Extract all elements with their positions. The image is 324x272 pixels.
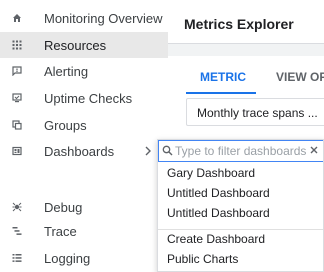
search-icon [162,145,173,156]
dashboard-item-untitled-dashboard[interactable]: Untitled Dashboard [158,183,323,203]
debug-icon [12,202,22,212]
metric-select-value: Monthly trace spans ... [197,106,318,120]
metric-tabs-panel: METRIC VIEW OP Monthly trace spans ... [168,56,324,142]
public-charts-item[interactable]: Public Charts [158,249,323,269]
sidebar-item-resources[interactable]: Resources [0,32,168,58]
dropdown-action-label: Public Charts [167,252,239,266]
dashboard-item-untitled-dashboard[interactable]: Untitled Dashboard [158,203,323,223]
alert-chat-icon [12,66,22,76]
active-tab-indicator [186,92,256,94]
dashboards-dropdown: Gary Dashboard Untitled Dashboard Untitl… [157,139,324,272]
dashboard-item-gary-dashboard[interactable]: Gary Dashboard [158,163,323,183]
sidebar-item-label: Groups [44,117,87,133]
sidebar-item-label: Resources [44,37,107,53]
logging-icon [12,253,22,263]
page-title: Metrics Explorer [184,16,294,32]
sidebar-item-label: Dashboards [44,143,115,159]
sidebar-item-debug[interactable]: Debug [0,194,168,220]
sidebar-item-label: Logging [44,250,91,266]
tab-view-options[interactable]: VIEW OP [276,70,324,84]
chevron-right-icon[interactable] [144,145,152,157]
dashboard-item-label: Gary Dashboard [167,166,256,180]
page-header: Metrics Explorer [168,0,324,44]
sidebar-item-label: Alerting [44,63,89,79]
create-dashboard-item[interactable]: Create Dashboard [158,229,323,249]
sidebar-item-trace[interactable]: Trace [0,218,168,244]
sidebar-item-groups[interactable]: Groups [0,112,168,138]
dashboard-icon [12,146,22,156]
monitor-icon [12,93,22,103]
grid-icon [12,40,22,50]
sidebar: Monitoring Overview Resources Alerting U… [0,0,168,272]
dashboard-item-label: Untitled Dashboard [167,186,270,200]
sidebar-item-logging[interactable]: Logging [0,245,168,271]
sidebar-item-monitoring-overview[interactable]: Monitoring Overview [0,5,168,31]
sidebar-item-dashboards[interactable]: Dashboards [0,138,168,164]
dashboard-filter-input[interactable] [175,143,307,159]
sidebar-item-label: Debug [44,199,83,215]
groups-icon [12,120,22,130]
sidebar-item-label: Uptime Checks [44,90,133,106]
metric-select-field[interactable]: Monthly trace spans ... [186,98,324,126]
tab-metric[interactable]: METRIC [200,70,246,84]
sidebar-item-uptime-checks[interactable]: Uptime Checks [0,85,168,111]
dashboard-filter-row [158,140,323,162]
sidebar-item-label: Monitoring Overview [44,10,163,26]
home-icon [12,13,22,23]
close-icon[interactable] [309,145,319,155]
dropdown-action-label: Create Dashboard [167,232,266,246]
dashboard-item-label: Untitled Dashboard [167,206,270,220]
sidebar-item-label: Trace [44,223,77,239]
sidebar-item-alerting[interactable]: Alerting [0,58,168,84]
trace-icon [12,226,22,236]
